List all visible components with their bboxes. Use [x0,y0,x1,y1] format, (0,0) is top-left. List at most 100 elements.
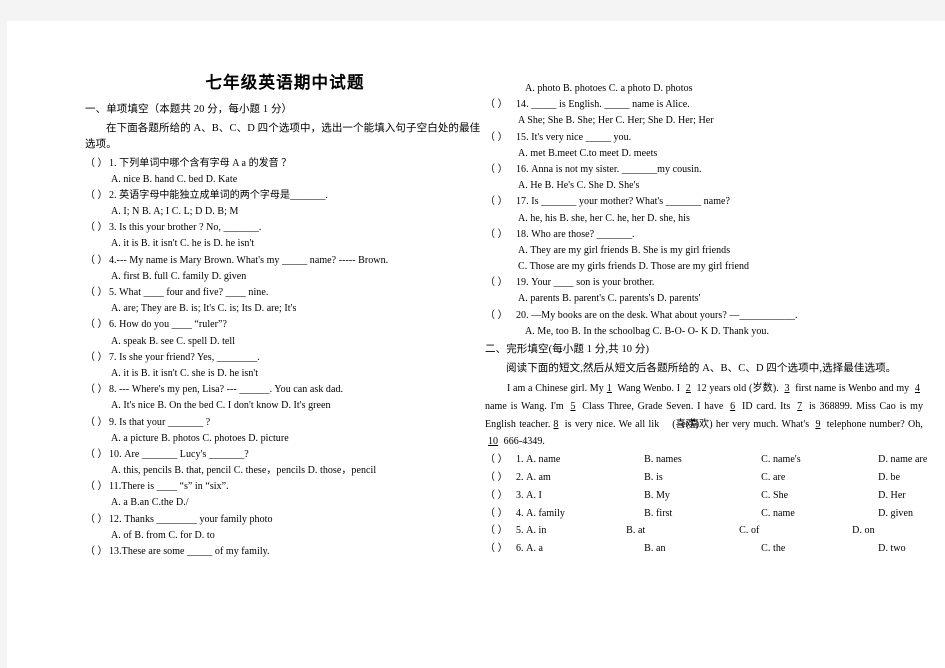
answer-bracket[interactable]: （ ） [485,505,516,523]
cloze-option-d: D. name are [878,454,928,466]
question-stem: （ ） 12. Thanks ________ your family photo [85,512,485,528]
question-number: 8. --- [109,384,130,396]
question-number: 11. [109,481,122,493]
question-stem: （ ） 18. Who are those? _______. [485,227,923,243]
question-item: （ ） 5. What ____ four and five? ____ nine… [85,285,485,317]
answer-bracket[interactable]: （ ） [485,194,516,210]
question-options: A. a picture B. photos C. photoes D. pic… [111,432,289,444]
answer-bracket[interactable]: （ ） [85,447,109,463]
answer-bracket[interactable]: （ ） [85,253,109,269]
cloze-option-c: C. name's [761,454,801,466]
answer-bracket[interactable]: （ ） [85,220,109,236]
cloze-question-item: （ ） 2. A. am B. is C. are D. be [485,469,923,487]
answer-bracket[interactable]: （ ） [85,512,109,528]
question-item: （ ） 1. 下列单词中哪个含有字母 A a 的发音 ？ A. nice B. h… [85,156,485,188]
cloze-question-number: 2. [516,471,524,483]
question-stem: （ ） 2. 英语字母中能独立成单词的两个字母是_______. [85,188,485,204]
question-text: Is she your friend? Yes, ________. [119,351,260,363]
question-item: （ ） 18. Who are those? _______. A. They a… [485,227,923,276]
question-item: （ ） 6. How do you ____ “ruler”? A. speak … [85,317,485,349]
answer-bracket[interactable]: （ ） [485,487,516,505]
cloze-blank-4: 4 [914,382,920,394]
right-column: A. photo B. photoes C. a photo D. photos… [485,21,927,558]
question-text: My name is Mary Brown. What's my _____ n… [129,254,389,266]
answer-bracket[interactable]: （ ） [485,522,516,540]
question-number: 6. [109,319,117,331]
question-text: Are _______ Lucy's _______? [124,448,249,460]
question-number: 3. [109,222,117,234]
section-2-instruction: 阅读下面的短文,然后从短文后各题所给的 A、B、C、D 四个选项中,选择最佳选项… [506,363,897,375]
cloze-option-c: C. of [739,525,760,537]
question-options: A. photo B. photoes C. a photo D. photos [525,83,693,94]
cloze-passage: I am a Chinese girl. My 1 Wang Wenbo. I 2… [485,380,923,451]
question-item: （ ） 20. —My books are on the desk. What a… [485,308,923,340]
question-stem: （ ） 16. Anna is not my sister. _______my … [485,162,923,178]
answer-bracket[interactable]: （ ） [85,188,109,204]
cloze-question-item: （ ） 5. A. in B. at C. of D. on [485,522,923,540]
question-item: （ ） 9. Is that your _______ ? A. a pictur… [85,415,485,447]
question-item: （ ） 3. Is this your brother ? No, _______… [85,220,485,252]
question-number: 2. [109,189,117,201]
cloze-option-b: B. names [644,454,682,466]
question-item: （ ） 8. --- Where's my pen, Lisa? --- ____… [85,382,485,414]
question-stem: （ ） 4.--- My name is Mary Brown. What's m… [85,253,485,269]
question-stem: （ ） 15. It's very nice _____ you. [485,130,923,146]
answer-bracket[interactable]: （ ） [485,275,516,291]
answer-bracket[interactable]: （ ） [85,350,109,366]
cloze-blank-3: 3 [784,382,790,394]
passage-text: Class Three, Grade Seven. I have [582,400,724,412]
cloze-option-b: B. is [644,471,663,483]
passage-text: her [715,418,729,430]
answer-bracket[interactable]: （ ） [85,285,109,301]
cloze-option-b: B. My [644,489,670,501]
answer-bracket[interactable]: （ ） [485,162,516,178]
answer-bracket[interactable]: （ ） [485,227,516,243]
answer-bracket[interactable]: （ ） [85,479,109,495]
answer-bracket[interactable]: （ ） [85,544,109,560]
passage-gloss-overlay: (喜欢) [672,418,700,430]
answer-bracket[interactable]: （ ） [485,130,516,146]
question-options: A. he, his B. she, her C. he, her D. she… [518,212,690,224]
answer-bracket[interactable]: （ ） [85,317,109,333]
passage-text: very much. What's [732,418,810,430]
question-options: A. a B.an C.the D./ [111,497,189,509]
question-options: A. this, pencils B. that, pencil C. thes… [111,465,377,477]
section-1-instruction: 在下面各题所给的 A、B、C、D 四个选项中，选出一个能填入句子空白处的最佳选项… [85,123,481,150]
answer-bracket[interactable]: （ ） [485,97,516,113]
question-text: Where's my pen, Lisa? --- ______. You ca… [131,384,344,396]
answer-bracket[interactable]: （ ） [485,540,516,558]
cloze-blank-2: 2 [685,382,691,394]
answer-bracket[interactable]: （ ） [85,382,109,398]
passage-text: 12 years old (岁数). [696,382,779,394]
answer-bracket[interactable]: （ ） [85,156,109,172]
question-item: （ ） 4.--- My name is Mary Brown. What's m… [85,253,485,285]
answer-bracket[interactable]: （ ） [485,451,516,469]
question-number: 14. [516,99,529,111]
question-item: （ ） 15. It's very nice _____ you. A. met … [485,130,923,162]
cloze-question-number: 3. [516,489,524,501]
cloze-option-c: C. name [761,507,795,519]
question-options: A. He B. He's C. She D. She's [518,180,640,192]
question-item: （ ） 19. Your ____ son is your brother. A.… [485,275,923,307]
question-options: A. I; N B. A; I C. L; D D. B; M [111,206,239,218]
answer-bracket[interactable]: （ ） [485,308,516,324]
question-stem: （ ） 8. --- Where's my pen, Lisa? --- ____… [85,382,485,398]
question-number: 9. [109,416,117,428]
passage-text: ID card. [742,400,777,412]
question-number: 1. [109,157,117,169]
question-stem: （ ） 17. Is _______ your mother? What's __… [485,194,923,210]
cloze-blank-7: 7 [797,400,803,412]
cloze-blank-6: 6 [730,400,736,412]
question-stem: （ ） 7. Is she your friend? Yes, ________. [85,350,485,366]
passage-text: is very nice. We all lik [564,418,660,430]
passage-text: Its [780,400,791,412]
question-item: （ ） 11.There is ____ “s” in “six”. A. a B… [85,479,485,511]
question-stem: （ ） 14. _____ is English. _____ name is A… [485,97,923,113]
question-stem: （ ） 10. Are _______ Lucy's _______? [85,447,485,463]
cloze-question-item: （ ） 6. A. a B. an C. the D. two [485,540,923,558]
answer-bracket[interactable]: （ ） [485,469,516,487]
question-number: 15. [516,131,529,143]
question-text: Thanks ________ your family photo [124,513,273,525]
question-text: There is ____ “s” in “six”. [121,481,229,493]
answer-bracket[interactable]: （ ） [85,415,109,431]
